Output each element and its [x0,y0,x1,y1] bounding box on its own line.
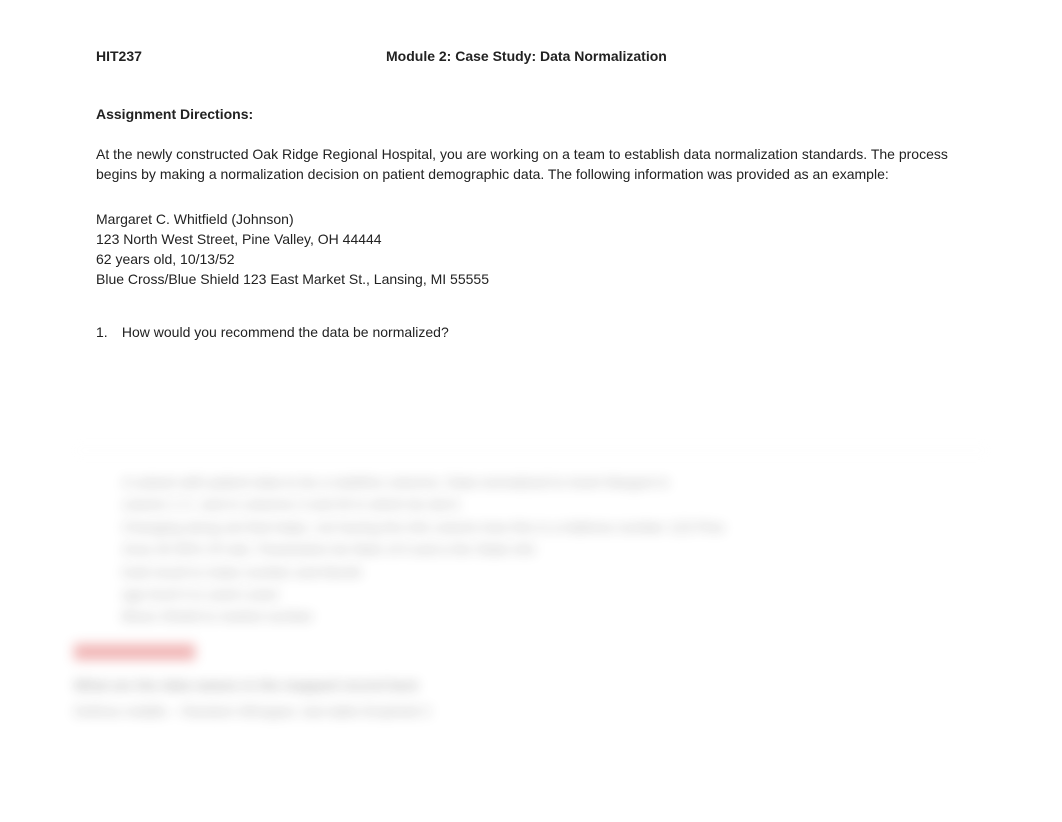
blurred-line: Changing along set that helps. not havin… [122,516,988,538]
blurred-heading: What are the data names in the mapped re… [74,672,988,699]
intro-paragraph: At the newly constructed Oak Ridge Regio… [96,144,966,185]
red-highlight: redacted text area [74,644,195,660]
patient-age-dob: 62 years old, 10/13/52 [96,249,966,269]
blurred-subheading: Defines middle – Random Whopper, last ta… [74,698,988,725]
question-number: 1. [96,322,118,342]
document-header: HIT237 Module 2: Case Study: Data Normal… [96,48,966,64]
blurred-line: column 1 C. and in columns 3 and W in wh… [122,493,988,515]
blurred-line: Blues Shield to market number [122,605,988,627]
patient-insurance: Blue Cross/Blue Shield 123 East Market S… [96,269,966,289]
module-title: Module 2: Case Study: Data Normalization [386,48,667,64]
question-text: How would you recommend the data be norm… [122,324,449,340]
blurred-line: hold result to make number and Month [122,561,988,583]
course-code: HIT237 [96,48,386,64]
blurred-line: A subset with patient data to be a redef… [122,471,988,493]
blurred-content: A subset with patient data to be a redef… [74,450,988,725]
patient-example-block: Margaret C. Whitfield (Johnson) 123 Nort… [96,209,966,290]
directions-heading: Assignment Directions: [96,106,966,122]
patient-address: 123 North West Street, Pine Valley, OH 4… [96,229,966,249]
blurred-line: age level it is used Lower [122,583,988,605]
question-1: 1. How would you recommend the data be n… [96,322,966,342]
patient-name: Margaret C. Whitfield (Johnson) [96,209,966,229]
blurred-line: Area 34 95% Of rate. Parameters be Main … [122,538,988,560]
